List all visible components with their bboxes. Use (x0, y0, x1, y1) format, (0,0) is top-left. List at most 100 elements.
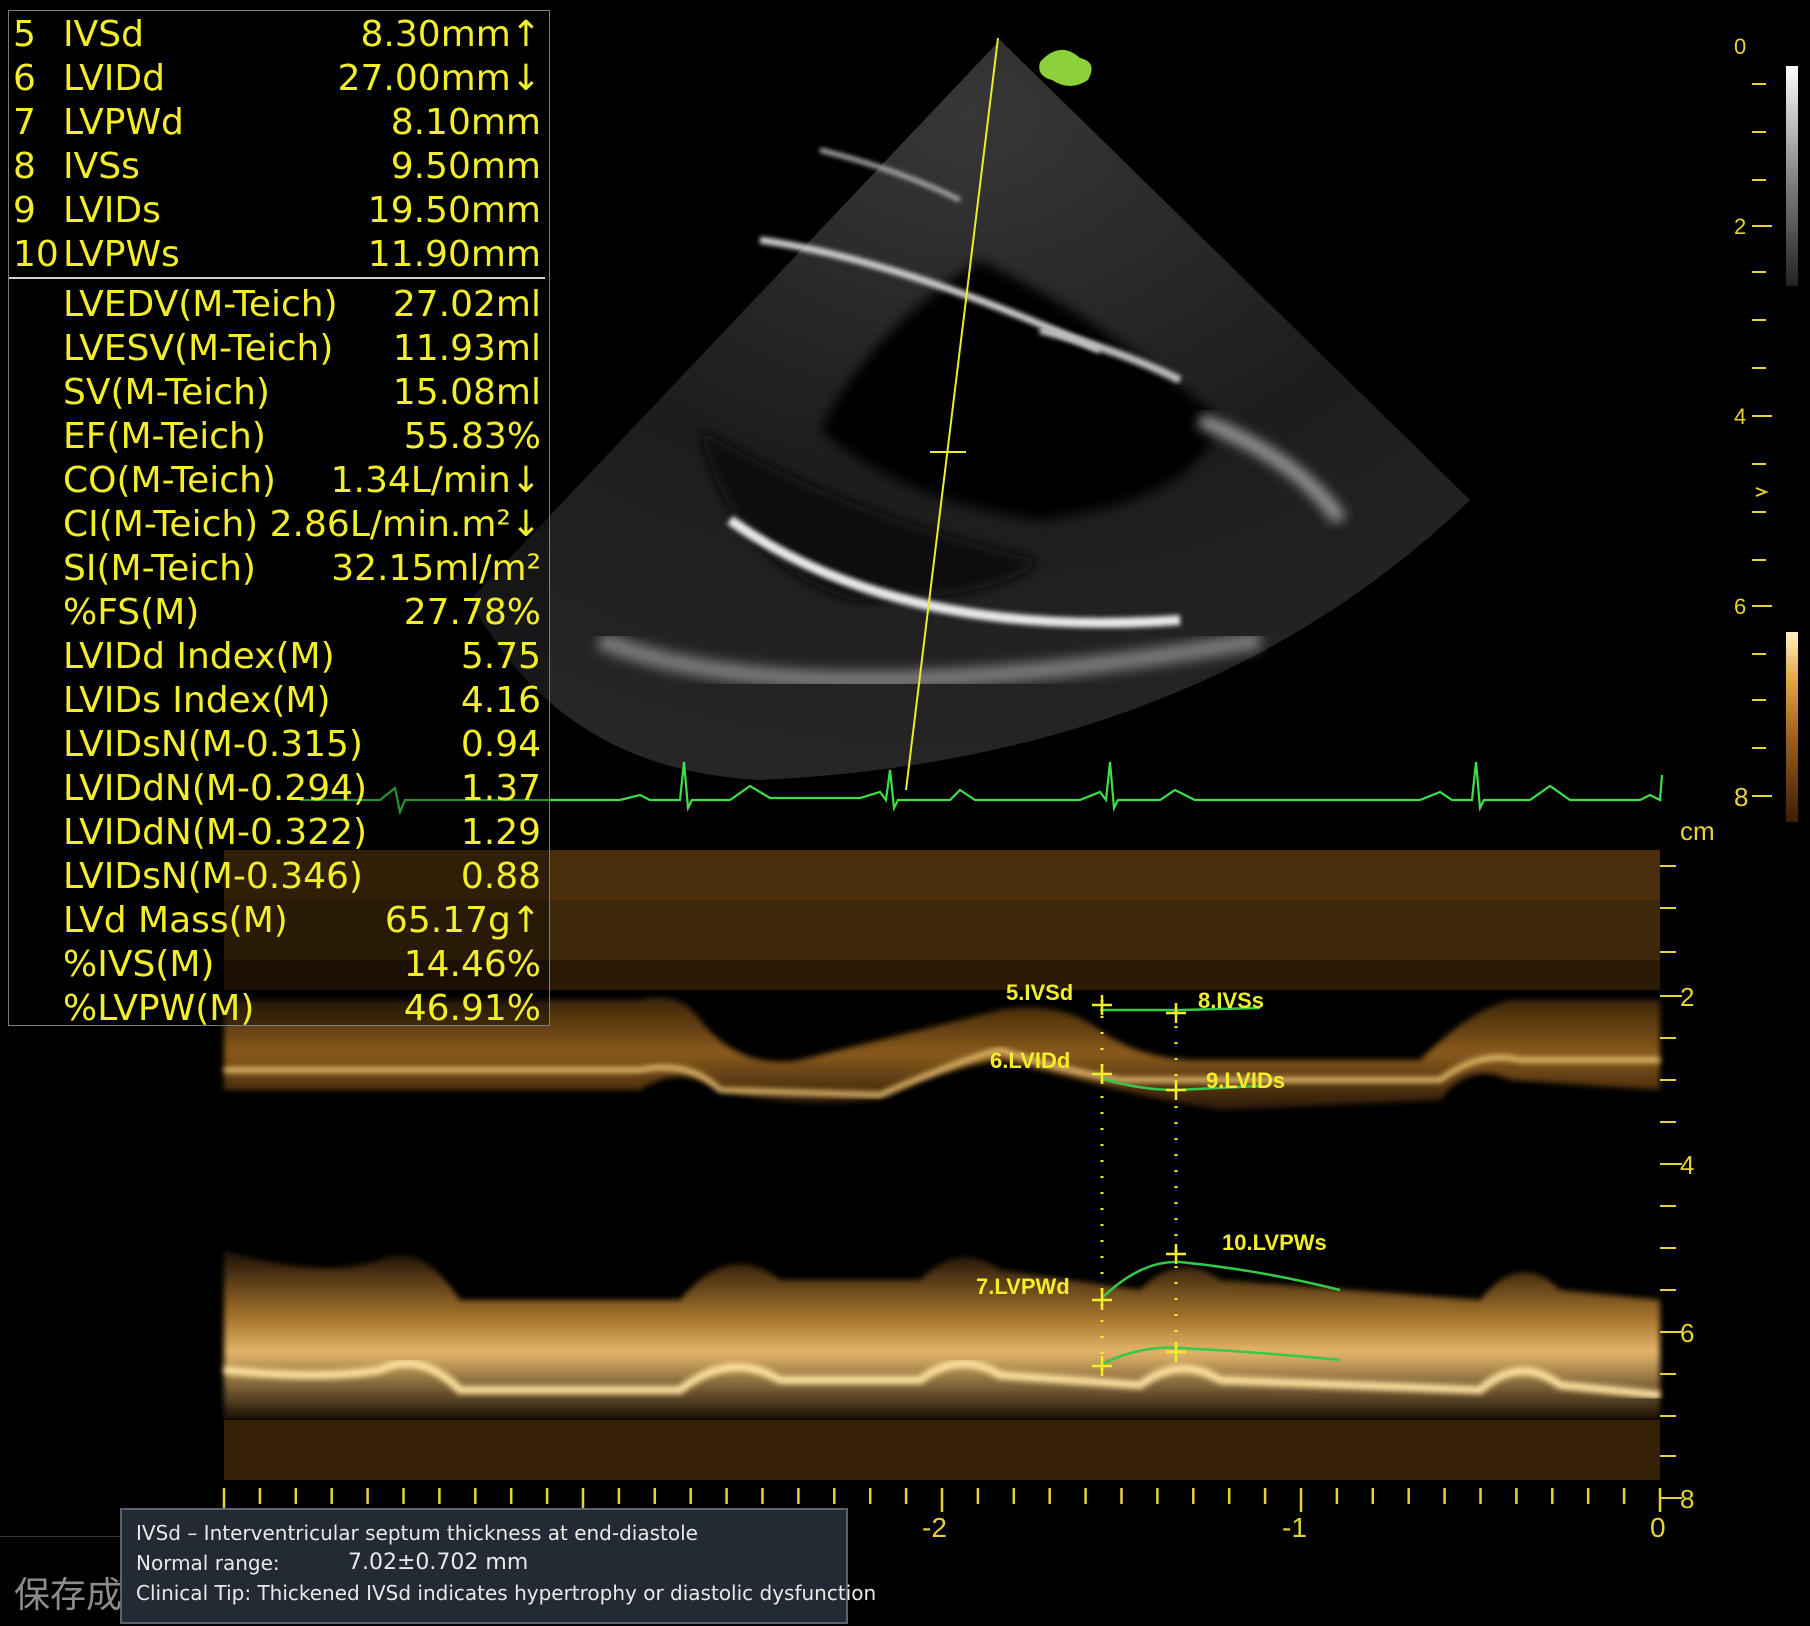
calc-label: LVIDdN(M-0.322) (63, 812, 368, 853)
calc-row[interactable]: EF(M-Teich) 55.83% (9, 415, 541, 459)
measurement-row-lvidd[interactable]: 6 LVIDd 27.00mm↓ (9, 57, 541, 101)
calc-value: 46.91% (403, 988, 541, 1029)
measurement-label: IVSd (63, 14, 144, 55)
grayscale-map-bar (1786, 66, 1798, 286)
marker-label-ivss: 8.IVSs (1198, 988, 1265, 1013)
measurement-value: 8.30mm↑ (360, 14, 541, 55)
tooltip-range-value: 7.02±0.702 mm (348, 1550, 529, 1575)
calc-label: LVd Mass(M) (63, 900, 288, 941)
calc-row[interactable]: LVIDd Index(M) 5.75 (9, 635, 541, 679)
calc-value: 1.37 (460, 768, 541, 809)
depth-label-2: 2 (1734, 214, 1747, 239)
ultrasound-screen: 0 2 4 6 8 cm 2 4 6 8 -2 -1 0 5.IVSd 6.LV… (0, 0, 1810, 1626)
calc-value: 14.46% (403, 944, 541, 985)
depth-unit-label: cm (1680, 816, 1715, 846)
measurement-number: 5 (13, 14, 36, 55)
measurement-value: 27.00mm↓ (337, 58, 541, 99)
calc-row[interactable]: LVEDV(M-Teich) 27.02ml (9, 283, 541, 327)
measurement-row-lvpwd[interactable]: 7 LVPWd 8.10mm (9, 101, 541, 145)
calc-label: LVIDs Index(M) (63, 680, 331, 721)
measurement-row-lvpws[interactable]: 10 LVPWs 11.90mm (9, 233, 541, 277)
calc-label: EF(M-Teich) (63, 416, 266, 457)
measurement-row-lvids[interactable]: 9 LVIDs 19.50mm (9, 189, 541, 233)
tooltip-range-label: Normal range: (136, 1551, 280, 1575)
measurement-value: 8.10mm (390, 102, 541, 143)
measurement-number: 6 (13, 58, 36, 99)
tooltip-range-row: Normal range: 7.02±0.702 mm (136, 1548, 832, 1578)
measurement-row-ivss[interactable]: 8 IVSs 9.50mm (9, 145, 541, 189)
measurement-results-panel[interactable]: 5 IVSd 8.30mm↑ 6 LVIDd 27.00mm↓ 7 LVPWd 8.10mm 8 I… (8, 10, 550, 1029)
calc-value: 27.78% (403, 592, 541, 633)
mmode-depth-label-2: 2 (1680, 982, 1695, 1012)
calc-row[interactable]: SV(M-Teich) 15.08ml (9, 371, 541, 415)
calc-row[interactable]: LVESV(M-Teich) 11.93ml (9, 327, 541, 371)
calc-value: 0.88 (460, 856, 541, 897)
depth-label-0: 0 (1734, 34, 1747, 59)
calc-value: 2.86L/min.m²↓ (269, 504, 541, 545)
calc-row[interactable]: %LVPW(M) 46.91% (9, 987, 541, 1031)
calc-value: 65.17g↑ (384, 900, 541, 941)
calc-row[interactable]: LVd Mass(M) 65.17g↑ (9, 899, 541, 943)
tooltip-clinical-tip: Clinical Tip: Thickened IVSd indicates h… (136, 1581, 877, 1605)
marker-label-lvpwd: 7.LVPWd (976, 1274, 1070, 1299)
sidebar-edge (0, 1536, 120, 1567)
mmode-depth-label-8: 8 (1680, 1484, 1695, 1514)
measurement-number: 8 (13, 146, 36, 187)
calc-label: SI(M-Teich) (63, 548, 256, 589)
calc-label: LVIDdN(M-0.294) (63, 768, 368, 809)
calc-label: %LVPW(M) (63, 988, 255, 1029)
measurement-number: 7 (13, 102, 36, 143)
depth-label-4: 4 (1734, 404, 1747, 429)
measurement-label: LVIDd (63, 58, 165, 99)
calc-value: 0.94 (460, 724, 541, 765)
measurement-number: 9 (13, 190, 36, 231)
measurement-value: 11.90mm (367, 234, 541, 275)
calc-value: 15.08ml (392, 372, 541, 413)
measurement-number: 10 (13, 234, 59, 275)
calc-row[interactable]: CI(M-Teich) 2.86L/min.m²↓ (9, 503, 541, 547)
measurement-value: 19.50mm (367, 190, 541, 231)
calc-row[interactable]: SI(M-Teich) 32.15ml/m² (9, 547, 541, 591)
color-map-bar (1786, 632, 1798, 822)
calc-value: 32.15ml/m² (331, 548, 541, 589)
marker-label-ivsd: 5.IVSd (1006, 980, 1074, 1005)
calc-label: LVEDV(M-Teich) (63, 284, 338, 325)
save-status-text: 保存成 (14, 1575, 123, 1616)
calc-row[interactable]: LVIDdN(M-0.294) 1.37 (9, 767, 541, 811)
calc-label: %FS(M) (63, 592, 200, 633)
measurement-value: 9.50mm (390, 146, 541, 187)
measurement-row-ivsd[interactable]: 5 IVSd 8.30mm↑ (9, 13, 541, 57)
mmode-depth-label-4: 4 (1680, 1150, 1695, 1180)
measurement-label: LVPWd (63, 102, 184, 143)
depth-label-8: 8 (1734, 782, 1749, 812)
calc-row[interactable]: %IVS(M) 14.46% (9, 943, 541, 987)
marker-label-lvpws: 10.LVPWs (1222, 1230, 1327, 1255)
calc-value: 5.75 (460, 636, 541, 677)
measurement-label: LVIDs (63, 190, 161, 231)
tooltip-title: IVSd – Interventricular septum thickness… (136, 1521, 698, 1545)
calc-row[interactable]: LVIDsN(M-0.346) 0.88 (9, 855, 541, 899)
calc-value: 1.34L/min↓ (330, 460, 541, 501)
marker-label-lvidd: 6.LVIDd (990, 1048, 1071, 1073)
calc-row[interactable]: CO(M-Teich) 1.34L/min↓ (9, 459, 541, 503)
measurement-label: IVSs (63, 146, 140, 187)
calc-row[interactable]: %FS(M) 27.78% (9, 591, 541, 635)
panel-divider (9, 277, 545, 279)
depth-label-6: 6 (1734, 594, 1747, 619)
calc-row[interactable]: LVIDs Index(M) 4.16 (9, 679, 541, 723)
time-label-minus1: -1 (1282, 1512, 1307, 1543)
calc-label: CI(M-Teich) (63, 504, 259, 545)
calc-label: LVESV(M-Teich) (63, 328, 334, 369)
marker-label-lvids: 9.LVIDs (1206, 1068, 1286, 1093)
calc-label: %IVS(M) (63, 944, 215, 985)
calc-value: 4.16 (460, 680, 541, 721)
time-label-0: 0 (1650, 1512, 1666, 1543)
measurement-tooltip: IVSd – Interventricular septum thickness… (120, 1508, 877, 1624)
calc-value: 1.29 (460, 812, 541, 853)
calc-value: 11.93ml (392, 328, 541, 369)
calc-row[interactable]: LVIDsN(M-0.315) 0.94 (9, 723, 541, 767)
mmode-depth-label-6: 6 (1680, 1318, 1695, 1348)
calc-label: LVIDd Index(M) (63, 636, 335, 677)
calc-value: 55.83% (403, 416, 541, 457)
calc-row[interactable]: LVIDdN(M-0.322) 1.29 (9, 811, 541, 855)
